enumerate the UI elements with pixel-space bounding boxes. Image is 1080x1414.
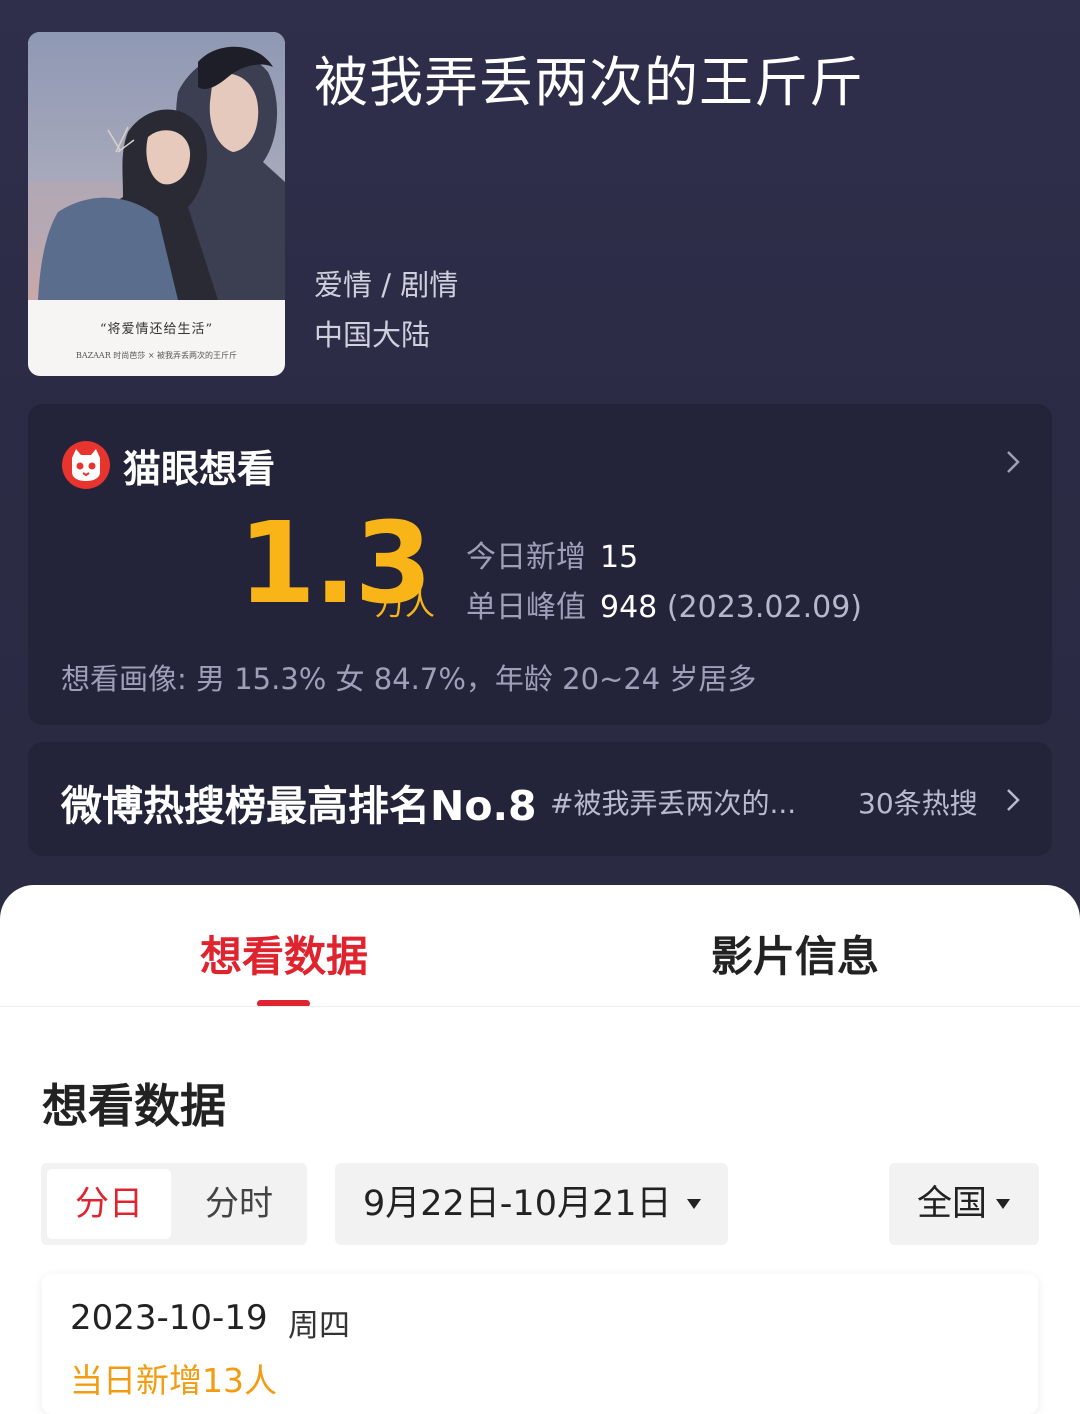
section-title: 想看数据 [42,1079,226,1133]
detail-sheet: 想看数据 影片信息 想看数据 分日 分时 9月22日-10月21日 全国 202… [0,885,1080,1414]
tab-divider [0,1006,1080,1007]
weibo-hashtag: #被我弄丢两次的... [550,787,797,820]
today-added-value: 15 [600,540,639,575]
today-added-stat: 今日新增 15 [466,532,638,576]
want-total-unit: 万人 [375,588,435,623]
movie-title: 被我弄丢两次的王斤斤 [314,51,864,114]
granularity-toggle: 分日 分时 [41,1163,307,1245]
region-select[interactable]: 全国 [889,1163,1039,1245]
movie-genre: 爱情 / 剧情 [314,268,459,302]
daily-peak-stat: 单日峰值 948 (2023.02.09) [466,582,862,626]
tab-want-data[interactable]: 想看数据 [200,923,368,984]
daily-entry-card[interactable]: 2023-10-19 周四 当日新增13人 [42,1274,1038,1414]
today-added-label: 今日新增 [466,540,586,575]
chevron-right-icon[interactable] [1006,450,1020,474]
daily-peak-value: 948 [600,590,658,625]
daily-peak-date: (2023.02.09) [666,590,862,625]
caret-down-icon [996,1199,1010,1209]
movie-header: “将爱情还给生活” BAZAAR 时尚芭莎 × 被我弄丢两次的王斤斤 被我弄丢两… [0,0,1080,940]
segment-daily[interactable]: 分日 [47,1169,171,1239]
maoyan-want-card[interactable]: 猫眼想看 1.3 万人 今日新增 15 单日峰值 948 (2023.02.09) … [28,404,1052,725]
entry-weekday: 周四 [288,1308,350,1344]
tab-movie-info[interactable]: 影片信息 [711,923,879,984]
poster-caption: “将爱情还给生活” [99,322,214,337]
caret-down-icon [687,1199,701,1209]
weibo-hot-search-card[interactable]: 微博热搜榜最高排名No.8 #被我弄丢两次的... 30条热搜 [28,742,1052,856]
audience-portrait: 想看画像: 男 15.3% 女 84.7%，年龄 20~24 岁居多 [61,662,757,696]
segment-hourly[interactable]: 分时 [177,1169,301,1239]
movie-poster[interactable]: “将爱情还给生活” BAZAAR 时尚芭莎 × 被我弄丢两次的王斤斤 [28,32,285,376]
region-value: 全国 [917,1184,988,1224]
poster-photo [28,32,285,300]
weibo-hot-count: 30条热搜 [858,787,978,820]
chevron-right-icon[interactable] [1006,788,1020,812]
daily-peak-label: 单日峰值 [466,590,586,625]
entry-date: 2023-10-19 [70,1298,268,1338]
date-range-value: 9月22日-10月21日 [363,1184,672,1224]
weibo-rank-text: 微博热搜榜最高排名No.8 [61,782,537,830]
movie-region: 中国大陆 [314,318,431,352]
poster-logos: BAZAAR 时尚芭莎 × 被我弄丢两次的王斤斤 [75,351,238,360]
maoyan-want-title: 猫眼想看 [123,447,276,491]
maoyan-cat-icon [62,441,110,489]
date-range-select[interactable]: 9月22日-10月21日 [335,1163,728,1245]
entry-added: 当日新增13人 [70,1361,277,1400]
